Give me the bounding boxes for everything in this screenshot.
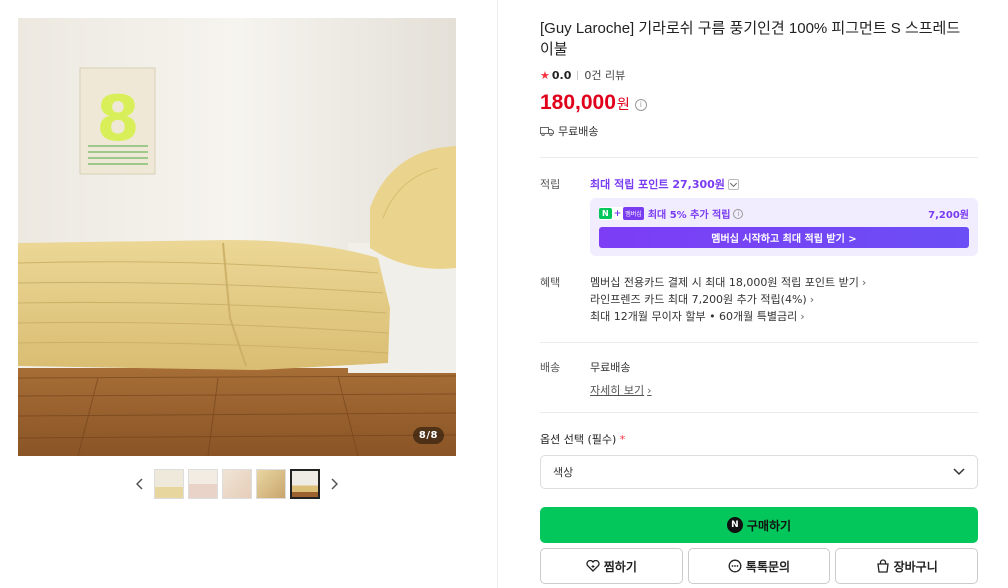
required-mark: * (619, 433, 626, 446)
cart-button[interactable]: 장바구니 (835, 548, 979, 584)
shipping-summary: 무료배송 (540, 123, 978, 139)
thumbnail-4[interactable] (256, 469, 286, 499)
price-row: 180,000 원 i (540, 91, 978, 115)
points-label: 적립 (540, 178, 561, 191)
membership-points-box: N + 멤버십 최대 5% 추가 적립 i 7,200원 멤버십 시작하고 최대 적… (590, 198, 978, 256)
product-title: [Guy Laroche] 기라로쉬 구름 풍기인견 100% 피그먼트 S 스… (540, 20, 961, 58)
product-info: [Guy Laroche] 기라로쉬 구름 풍기인견 100% 피그먼트 S 스… (540, 18, 979, 584)
column-divider (497, 0, 498, 588)
naver-pay-icon: N (726, 517, 743, 533)
shopping-bag-icon (876, 559, 889, 573)
buy-button[interactable]: N 구매하기 (540, 507, 978, 543)
price-unit: 원 (616, 97, 630, 113)
chevron-right-icon: › (647, 384, 652, 397)
chevron-right-icon: › (861, 276, 867, 289)
truck-icon (540, 127, 554, 136)
bedding-photo: 8 (18, 18, 456, 456)
rating-score: 0.0 (551, 68, 572, 82)
delivery-section: 배송 무료배송 자세히 보기 › (540, 359, 978, 398)
delivery-label: 배송 (540, 361, 561, 374)
secondary-actions: 찜하기 톡톡문의 장바구니 (540, 548, 979, 584)
svg-text:8: 8 (96, 82, 139, 155)
price-value: 180,000 (540, 91, 616, 114)
extra-points-amount: 7,200원 (928, 210, 969, 221)
wishlist-button[interactable]: 찜하기 (540, 548, 683, 584)
main-product-image[interactable]: 8 8/8 (18, 18, 456, 456)
thumbnail-1[interactable] (154, 469, 184, 499)
info-icon[interactable]: i (733, 208, 744, 219)
benefit-link-3[interactable]: 최대 12개월 무이자 할부 • 60개월 특별금리 › (590, 308, 978, 325)
image-page-counter: 8/8 (412, 427, 444, 444)
heart-icon (586, 560, 600, 572)
benefits-label: 혜택 (540, 276, 561, 289)
info-icon[interactable]: i (634, 99, 647, 111)
thumbnail-3[interactable] (222, 469, 252, 499)
buy-button-label: 구매하기 (746, 518, 792, 533)
chevron-right-icon: › (800, 310, 805, 323)
review-count-link[interactable]: 0건 리뷰 (584, 67, 625, 83)
chevron-down-icon (953, 468, 965, 476)
chevron-down-icon (727, 178, 739, 190)
thumbnail-2[interactable] (188, 469, 218, 499)
next-thumb-button[interactable] (324, 469, 344, 499)
benefit-link-1[interactable]: 멤버십 전용카드 결제 시 최대 18,000원 적립 포인트 받기 › (590, 274, 978, 291)
talk-inquiry-label: 톡톡문의 (745, 559, 791, 574)
max-points-toggle[interactable]: 최대 적립 포인트 27,300원 (590, 176, 739, 192)
talk-inquiry-button[interactable]: 톡톡문의 (687, 548, 831, 584)
star-icon: ★ (540, 68, 550, 82)
benefits-section: 혜택 멤버십 전용카드 결제 시 최대 18,000원 적립 포인트 받기 › 라… (540, 274, 978, 325)
option-label: 옵션 선택 (필수) * (540, 433, 626, 446)
thumbnail-strip (18, 469, 456, 499)
product-gallery: 8 8/8 (18, 18, 456, 499)
prev-thumb-button[interactable] (130, 469, 150, 499)
delivery-detail-link[interactable]: 자세히 보기 › (590, 382, 652, 398)
thumbnail-5-active[interactable] (290, 469, 320, 499)
chevron-right-icon: › (809, 293, 815, 306)
delivery-value: 무료배송 (590, 361, 631, 374)
benefit-link-2[interactable]: 라인프렌즈 카드 최대 7,200원 추가 적립(4%) › (590, 291, 978, 308)
rating-row: ★ 0.0 0건 리뷰 (540, 67, 978, 83)
divider (540, 157, 978, 158)
naver-plus-badge-icon: N + 멤버십 (599, 207, 644, 220)
chat-icon (728, 559, 742, 573)
max-points-text: 최대 적립 포인트 27,300원 (590, 178, 725, 191)
extra-points-text: 최대 5% 추가 적립 (647, 210, 731, 221)
points-section: 적립 최대 적립 포인트 27,300원 N + 멤버십 최대 5% 추가 적립 i… (540, 176, 978, 256)
shipping-summary-text: 무료배송 (558, 125, 599, 138)
chevron-left-icon (136, 478, 143, 490)
select-value: 색상 (553, 466, 574, 479)
rating-separator (577, 70, 579, 80)
options-section: 옵션 선택 (필수) * 색상 (540, 431, 978, 489)
divider (540, 342, 978, 343)
wishlist-label: 찜하기 (603, 559, 637, 574)
start-membership-button[interactable]: 멤버십 시작하고 최대 적립 받기 > (599, 227, 969, 248)
cart-label: 장바구니 (893, 559, 938, 574)
divider (540, 412, 978, 413)
color-option-select[interactable]: 색상 (540, 455, 978, 489)
chevron-right-icon (331, 478, 338, 490)
